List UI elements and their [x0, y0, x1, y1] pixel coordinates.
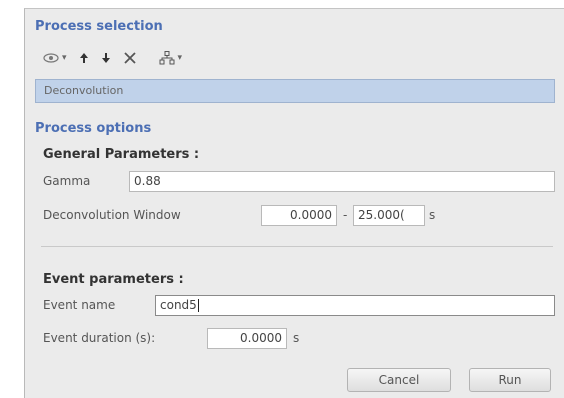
arrow-up-icon — [79, 53, 88, 63]
section-divider — [41, 246, 553, 247]
window-start-input[interactable]: 0.0000 — [261, 205, 337, 226]
eye-menu-button[interactable]: ▾ — [43, 47, 67, 69]
pipeline-menu-button[interactable]: ▾ — [159, 47, 183, 69]
process-selection-title: Process selection — [35, 19, 163, 34]
event-duration-label: Event duration (s): — [43, 331, 156, 345]
move-down-button[interactable] — [101, 47, 111, 69]
general-parameters-title: General Parameters : — [43, 147, 200, 162]
text-cursor — [197, 299, 199, 312]
process-toolbar: ▾ ▾ — [43, 47, 194, 69]
event-duration-input[interactable]: 0.0000 — [207, 328, 287, 349]
arrow-down-icon — [101, 53, 110, 63]
remove-icon — [123, 52, 136, 64]
eye-menu-icon — [43, 53, 59, 63]
cancel-button[interactable]: Cancel — [347, 368, 451, 392]
process-list[interactable]: Deconvolution — [35, 79, 555, 103]
event-parameters-title: Event parameters : — [43, 272, 184, 287]
move-up-button[interactable] — [79, 47, 89, 69]
event-name-input[interactable]: cond5 — [155, 295, 555, 316]
pipeline-menu-icon — [159, 51, 175, 65]
event-name-label: Event name — [43, 298, 116, 312]
chevron-down-icon: ▾ — [177, 53, 183, 63]
deconvolution-window-label: Deconvolution Window — [43, 208, 181, 222]
event-name-value: cond5 — [160, 298, 197, 312]
window-separator: - — [343, 208, 348, 222]
process-dialog: Process selection ▾ ▾ Deconvolution Proc… — [24, 8, 564, 398]
window-end-input[interactable]: 25.000( — [353, 205, 425, 226]
run-button[interactable]: Run — [469, 368, 551, 392]
event-duration-unit: s — [293, 331, 300, 345]
gamma-label: Gamma — [43, 174, 91, 188]
process-item-deconvolution[interactable]: Deconvolution — [44, 84, 123, 97]
chevron-down-icon: ▾ — [62, 53, 67, 63]
window-unit-label: s — [429, 208, 436, 222]
remove-button[interactable] — [123, 47, 137, 69]
process-options-title: Process options — [35, 121, 152, 136]
gamma-input[interactable]: 0.88 — [129, 171, 555, 192]
